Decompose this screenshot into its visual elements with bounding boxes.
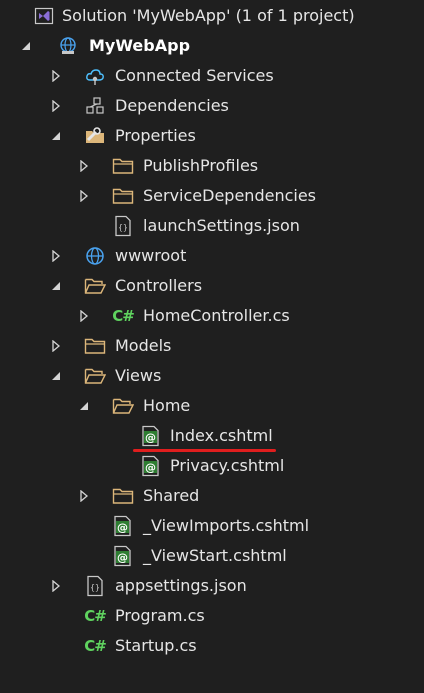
razor-file-icon: @: [112, 545, 134, 567]
tree-item-index-cshtml[interactable]: @ Index.cshtml: [0, 421, 424, 451]
expand-arrow-icon[interactable]: [50, 250, 62, 262]
csharp-file-icon: C#: [112, 307, 135, 325]
tree-item-label: PublishProfiles: [143, 156, 259, 175]
tree-item-label: Shared: [143, 486, 200, 505]
svg-text:{}: {}: [118, 223, 128, 232]
tree-item-label: Dependencies: [115, 96, 229, 115]
tree-item-models[interactable]: Models: [0, 331, 424, 361]
tree-item-label: Home: [143, 396, 191, 415]
solution-explorer-tree: Solution 'MyWebApp' (1 of 1 project) MyW…: [0, 0, 424, 693]
razor-file-icon: @: [112, 515, 134, 537]
tree-item-label: wwwroot: [115, 246, 187, 265]
tree-item-label: _ViewStart.cshtml: [143, 546, 287, 565]
tree-item-view-start[interactable]: @ _ViewStart.cshtml: [0, 541, 424, 571]
visual-studio-solution-icon: [33, 5, 55, 27]
folder-icon: [112, 485, 134, 507]
collapse-arrow-icon[interactable]: [50, 130, 62, 142]
collapse-arrow-icon[interactable]: [50, 370, 62, 382]
solution-row[interactable]: Solution 'MyWebApp' (1 of 1 project): [0, 2, 424, 30]
tree-item-properties[interactable]: Properties: [0, 121, 424, 151]
expand-arrow-icon[interactable]: [50, 580, 62, 592]
tree-item-view-imports[interactable]: @ _ViewImports.cshtml: [0, 511, 424, 541]
tree-item-launch-settings[interactable]: {} launchSettings.json: [0, 211, 424, 241]
tree-item-label: Program.cs: [115, 606, 205, 625]
json-file-icon: {}: [84, 575, 106, 597]
tree-item-controllers[interactable]: Controllers: [0, 271, 424, 301]
razor-file-icon: @: [140, 425, 162, 447]
folder-open-icon: [84, 275, 106, 297]
project-name: MyWebApp: [89, 36, 191, 55]
tree-item-label: Index.cshtml: [170, 426, 273, 445]
tree-item-dependencies[interactable]: Dependencies: [0, 91, 424, 121]
expand-arrow-icon[interactable]: [50, 70, 62, 82]
tree-item-label: Controllers: [115, 276, 203, 295]
svg-text:@: @: [117, 551, 128, 564]
web-project-globe-icon: [57, 35, 79, 57]
csharp-file-icon: C#: [84, 607, 107, 625]
tree-item-label: Models: [115, 336, 172, 355]
tree-item-startup-cs[interactable]: C# Startup.cs: [0, 631, 424, 661]
tree-item-shared[interactable]: Shared: [0, 481, 424, 511]
cloud-service-icon: [84, 65, 106, 87]
tree-item-privacy-cshtml[interactable]: @ Privacy.cshtml: [0, 451, 424, 481]
tree-item-label: Startup.cs: [115, 636, 197, 655]
svg-text:@: @: [145, 461, 156, 474]
folder-open-icon: [84, 365, 106, 387]
tree-item-label: ServiceDependencies: [143, 186, 316, 205]
expand-arrow-icon[interactable]: [50, 340, 62, 352]
tree-item-program-cs[interactable]: C# Program.cs: [0, 601, 424, 631]
dependencies-icon: [84, 95, 106, 117]
csharp-file-icon: C#: [84, 637, 107, 655]
collapse-arrow-icon[interactable]: [78, 400, 90, 412]
tree-item-home-folder[interactable]: Home: [0, 391, 424, 421]
tree-item-appsettings[interactable]: {} appsettings.json: [0, 571, 424, 601]
expand-arrow-icon[interactable]: [78, 160, 90, 172]
tree-item-label: launchSettings.json: [143, 216, 300, 235]
tree-item-label: appsettings.json: [115, 576, 247, 595]
folder-icon: [84, 335, 106, 357]
tree-item-label: Privacy.cshtml: [170, 456, 285, 475]
expand-arrow-icon[interactable]: [78, 490, 90, 502]
tree-item-label: Views: [115, 366, 162, 385]
folder-icon: [112, 185, 134, 207]
expand-arrow-icon[interactable]: [78, 190, 90, 202]
tree-item-wwwroot[interactable]: wwwroot: [0, 241, 424, 271]
json-file-icon: {}: [112, 215, 134, 237]
folder-open-icon: [112, 395, 134, 417]
tree-item-home-controller[interactable]: C# HomeController.cs: [0, 301, 424, 331]
svg-text:@: @: [117, 521, 128, 534]
collapse-arrow-icon[interactable]: [20, 40, 32, 52]
expand-arrow-icon[interactable]: [50, 100, 62, 112]
solution-title: Solution 'MyWebApp' (1 of 1 project): [62, 6, 355, 25]
tree-item-label: Connected Services: [115, 66, 274, 85]
properties-wrench-folder-icon: [84, 125, 106, 147]
tree-item-label: Properties: [115, 126, 196, 145]
tree-item-label: _ViewImports.cshtml: [143, 516, 310, 535]
tree-item-label: HomeController.cs: [143, 306, 290, 325]
collapse-arrow-icon[interactable]: [50, 280, 62, 292]
tree-item-connected-services[interactable]: Connected Services: [0, 61, 424, 91]
svg-text:@: @: [145, 431, 156, 444]
tree-item-service-dependencies[interactable]: ServiceDependencies: [0, 181, 424, 211]
tree-item-views[interactable]: Views: [0, 361, 424, 391]
folder-icon: [112, 155, 134, 177]
svg-text:{}: {}: [90, 583, 100, 592]
expand-arrow-icon[interactable]: [78, 310, 90, 322]
razor-file-icon: @: [140, 455, 162, 477]
tree-item-publish-profiles[interactable]: PublishProfiles: [0, 151, 424, 181]
globe-icon: [84, 245, 106, 267]
project-row[interactable]: MyWebApp: [0, 31, 424, 61]
